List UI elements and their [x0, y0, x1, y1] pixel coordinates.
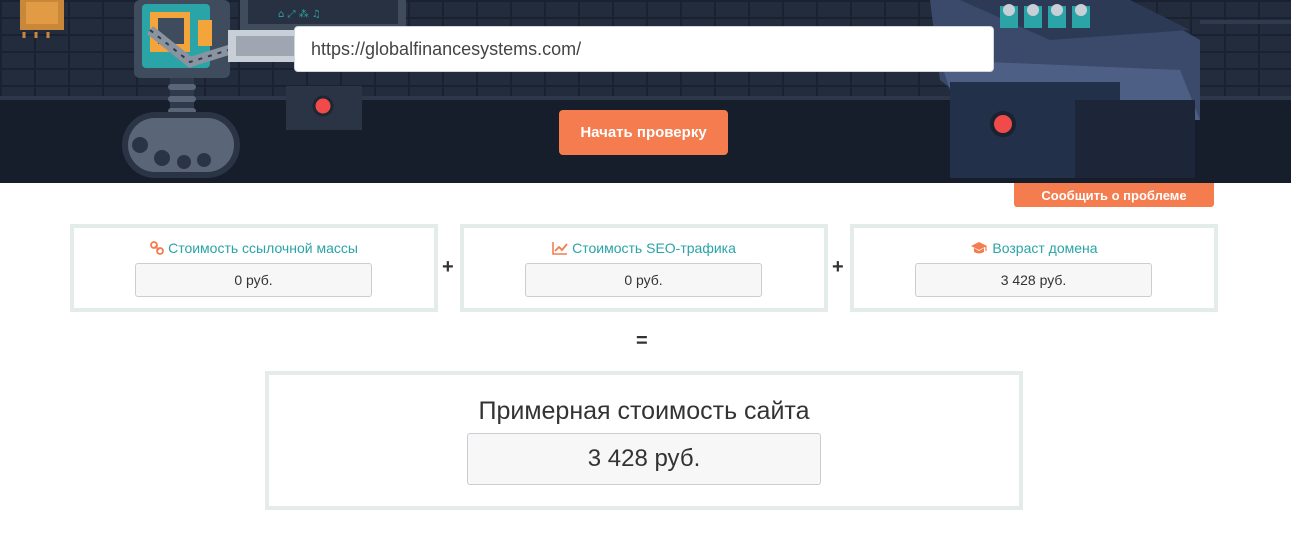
seo-traffic-cost-value: 0 руб.	[525, 263, 762, 297]
plus-operator: +	[442, 256, 454, 278]
estimated-site-cost-title: Примерная стоимость сайта	[478, 397, 810, 425]
plus-operator: +	[832, 256, 844, 278]
card-title-text: Стоимость SEO-трафика	[572, 240, 736, 256]
url-input[interactable]	[294, 26, 994, 72]
estimated-site-cost-card: Примерная стоимость сайта 3 428 руб.	[265, 371, 1023, 510]
card-title: Стоимость ссылочной массы	[74, 240, 434, 258]
estimated-site-cost-value: 3 428 руб.	[467, 433, 821, 485]
domain-age-card: Возраст домена 3 428 руб.	[850, 224, 1218, 312]
hero-banner: ⌂ ⤢ ⁂ ♫ Начать проверку	[0, 0, 1291, 183]
line-chart-icon	[552, 241, 568, 258]
svg-text:⌂ ⤢ ⁂ ♫: ⌂ ⤢ ⁂ ♫	[278, 8, 321, 20]
link-icon	[150, 241, 164, 258]
start-check-button[interactable]: Начать проверку	[559, 110, 728, 155]
link-mass-cost-value: 0 руб.	[135, 263, 372, 297]
equals-operator: =	[636, 330, 648, 352]
card-title: Стоимость SEO-трафика	[464, 240, 824, 258]
graduation-cap-icon	[970, 241, 988, 258]
card-title-text: Возраст домена	[992, 240, 1098, 256]
card-title: Возраст домена	[854, 240, 1214, 258]
domain-age-value: 3 428 руб.	[915, 263, 1152, 297]
report-problem-button[interactable]: Сообщить о проблеме	[1014, 183, 1214, 207]
link-mass-cost-card: Стоимость ссылочной массы 0 руб.	[70, 224, 438, 312]
seo-traffic-cost-card: Стоимость SEO-трафика 0 руб.	[460, 224, 828, 312]
card-title-text: Стоимость ссылочной массы	[168, 240, 358, 256]
